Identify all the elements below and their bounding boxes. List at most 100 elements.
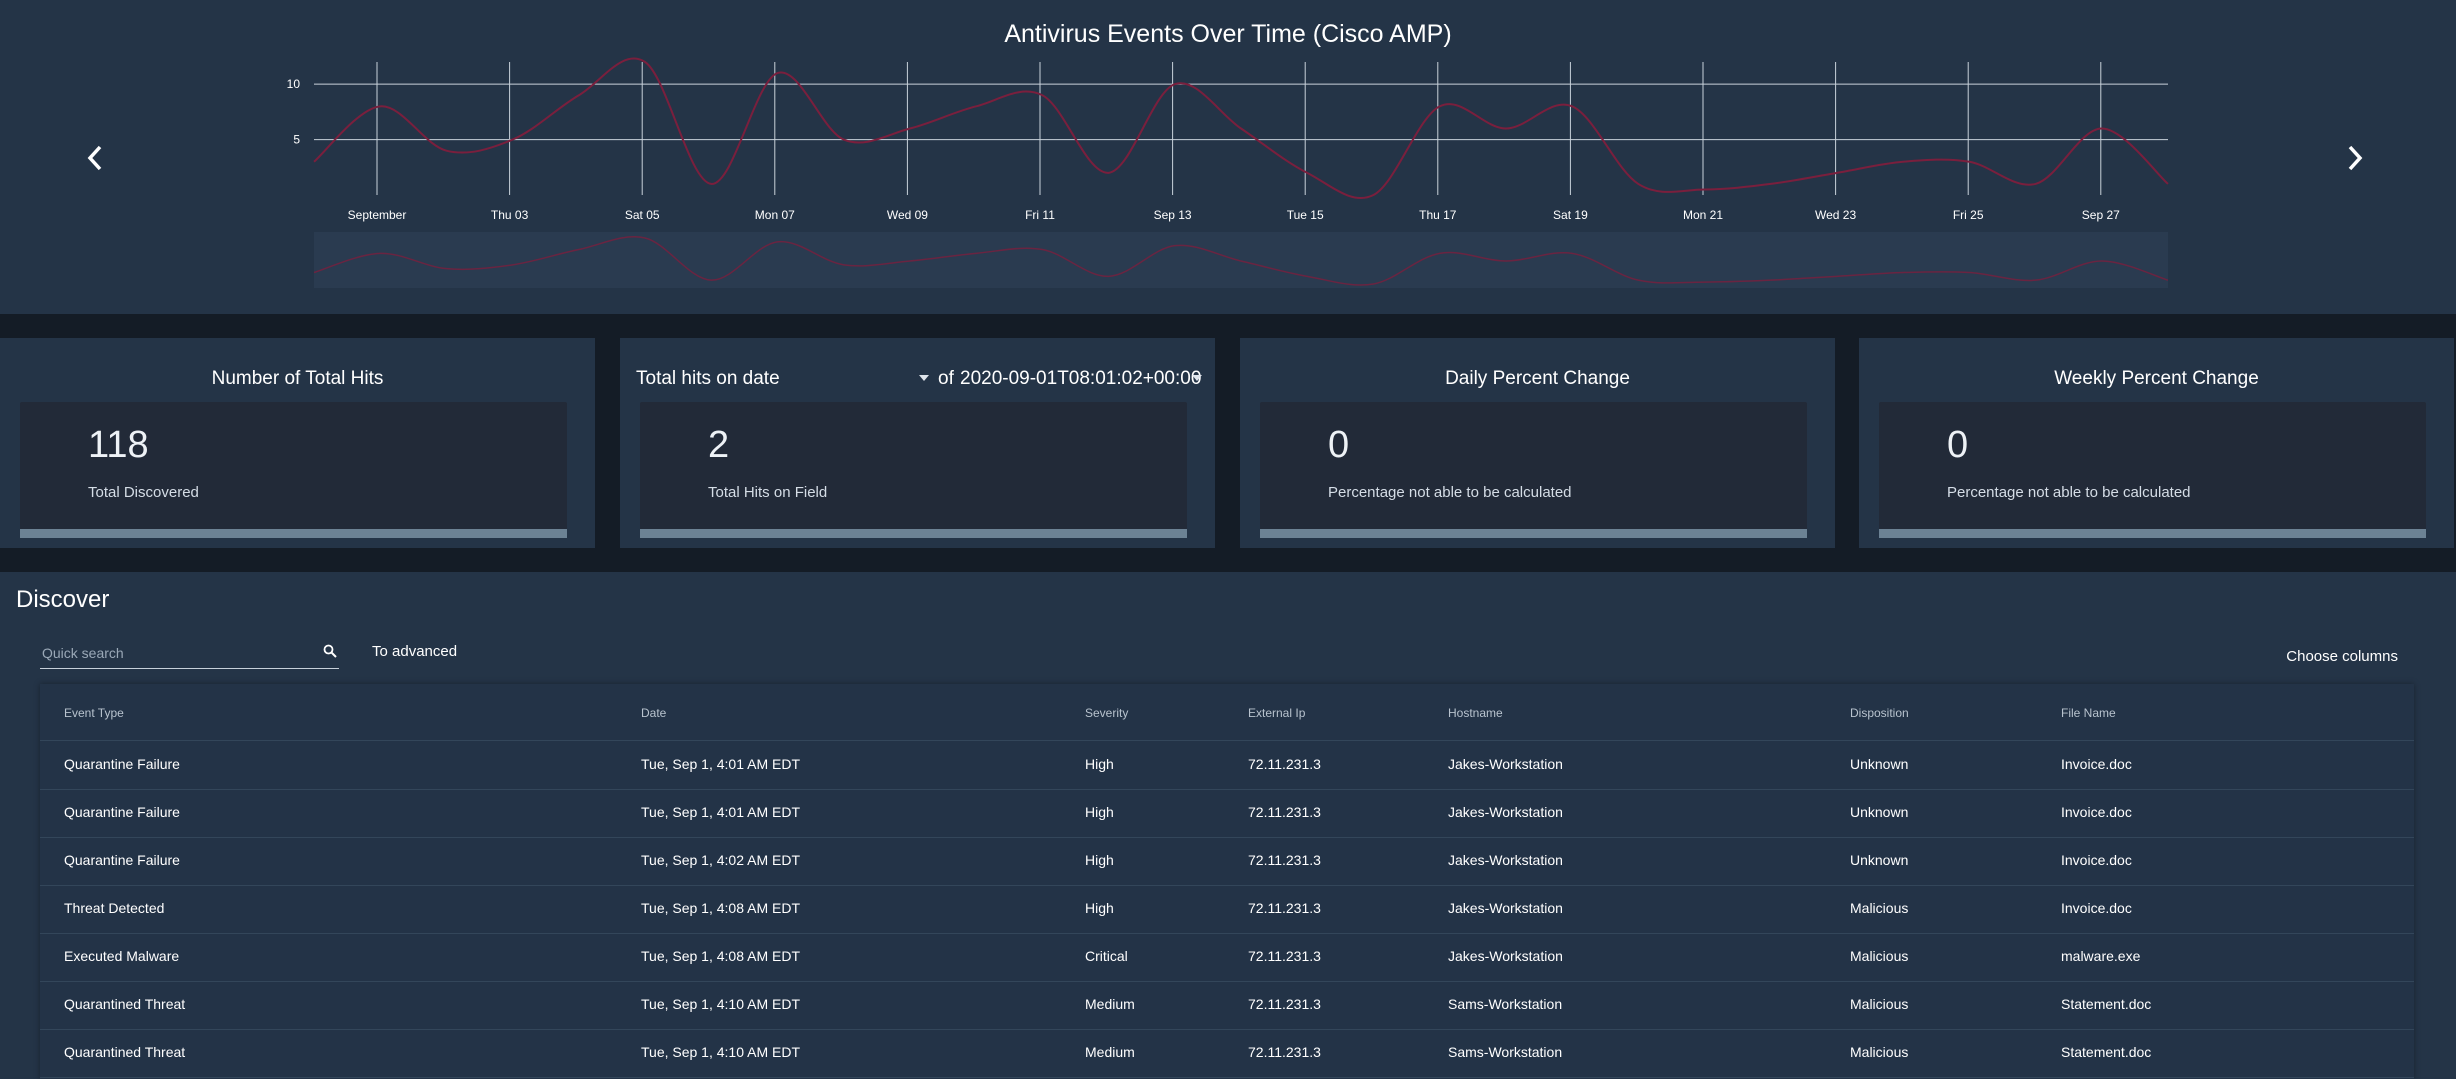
field-select[interactable]: Total hits on date bbox=[636, 368, 780, 390]
x-tick-label: Sat 19 bbox=[1553, 208, 1588, 222]
chevron-right-icon bbox=[2348, 145, 2363, 171]
table-cell: High bbox=[1085, 804, 1114, 820]
date-dropdown-icon[interactable] bbox=[1191, 374, 1203, 382]
table-cell: Malicious bbox=[1850, 948, 1909, 964]
table-row[interactable]: Quarantine Failure Tue, Sep 1, 4:02 AM ED… bbox=[40, 837, 2414, 886]
table-row[interactable]: Threat Detected Tue, Sep 1, 4:08 AM EDT Hi… bbox=[40, 885, 2414, 934]
x-tick-label: Thu 03 bbox=[491, 208, 529, 222]
table-cell: Tue, Sep 1, 4:10 AM EDT bbox=[641, 996, 801, 1012]
table-row[interactable]: Executed Malware Tue, Sep 1, 4:08 AM EDT C… bbox=[40, 933, 2414, 982]
card-value: 118 bbox=[88, 424, 149, 466]
column-header[interactable]: File Name bbox=[2061, 706, 2116, 720]
card-bar bbox=[20, 529, 567, 538]
field-dropdown-icon[interactable] bbox=[918, 374, 930, 382]
events-table: Event Type Date Severity External Ip Hos… bbox=[40, 684, 2414, 1079]
card-value: 0 bbox=[1328, 424, 1350, 466]
table-row[interactable]: Quarantine Failure Tue, Sep 1, 4:01 AM ED… bbox=[40, 741, 2414, 790]
weekly-percent-card: Weekly Percent Change 0 Percentage not a… bbox=[1859, 338, 2454, 548]
table-cell: Quarantined Threat bbox=[64, 996, 186, 1012]
card-body: 2 Total Hits on Field bbox=[640, 402, 1187, 538]
x-tick-label: Wed 09 bbox=[887, 208, 928, 222]
table-cell: Quarantined Threat bbox=[64, 1044, 186, 1060]
chart-title: Antivirus Events Over Time (Cisco AMP) bbox=[1004, 20, 1452, 48]
card-value: 2 bbox=[708, 424, 730, 466]
x-tick-label: Fri 11 bbox=[1025, 208, 1055, 222]
chevron-left-icon bbox=[87, 145, 102, 171]
quick-search bbox=[40, 638, 339, 669]
table-cell: Jakes-Workstation bbox=[1448, 804, 1563, 820]
table-cell: Tue, Sep 1, 4:01 AM EDT bbox=[641, 804, 801, 820]
column-header[interactable]: Severity bbox=[1085, 706, 1128, 720]
table-cell: 72.11.231.3 bbox=[1248, 852, 1321, 868]
card-body: 118 Total Discovered bbox=[20, 402, 567, 538]
table-cell: Unknown bbox=[1850, 852, 1909, 868]
next-chart-button[interactable] bbox=[2340, 140, 2370, 176]
table-cell: Malicious bbox=[1850, 996, 1909, 1012]
card-subtitle: Total Hits on Field bbox=[708, 484, 828, 501]
y-tick-label: 5 bbox=[293, 133, 300, 147]
choose-columns-button[interactable]: Choose columns bbox=[2286, 648, 2398, 665]
table-cell: 72.11.231.3 bbox=[1248, 804, 1321, 820]
discover-panel: Discover To advanced Choose columns Even… bbox=[0, 572, 2456, 1079]
x-tick-label: Mon 21 bbox=[1683, 208, 1723, 222]
table-cell: Quarantine Failure bbox=[64, 852, 180, 868]
x-tick-label: Wed 23 bbox=[1815, 208, 1856, 222]
table-cell: High bbox=[1085, 756, 1114, 772]
series-line bbox=[313, 57, 2169, 199]
table-row[interactable]: Quarantine Failure Tue, Sep 1, 4:01 AM ED… bbox=[40, 789, 2414, 838]
table-cell: Quarantine Failure bbox=[64, 804, 180, 820]
card-body: 0 Percentage not able to be calculated bbox=[1879, 402, 2426, 538]
x-tick-label: Fri 25 bbox=[1953, 208, 1984, 222]
column-header[interactable]: Date bbox=[641, 706, 666, 720]
column-header[interactable]: Hostname bbox=[1448, 706, 1503, 720]
table-cell: Malicious bbox=[1850, 1044, 1909, 1060]
x-tick-label: September bbox=[348, 208, 407, 222]
y-tick-label: 10 bbox=[287, 77, 301, 91]
table-cell: Tue, Sep 1, 4:02 AM EDT bbox=[641, 852, 801, 868]
column-header[interactable]: Disposition bbox=[1850, 706, 1909, 720]
chart-panel: 10 5 September Thu 03 Sat 05 Mon 07 Wed 09 Fri … bbox=[0, 0, 2456, 314]
table-cell: Medium bbox=[1085, 1044, 1135, 1060]
daily-percent-card: Daily Percent Change 0 Percentage not ab… bbox=[1240, 338, 1835, 548]
x-tick-label: Sat 05 bbox=[625, 208, 660, 222]
to-advanced-button[interactable]: To advanced bbox=[372, 643, 457, 660]
table-row[interactable]: Quarantined Threat Tue, Sep 1, 4:10 AM ED… bbox=[40, 1029, 2414, 1078]
card-bar bbox=[1879, 529, 2426, 538]
x-tick-label: Sep 27 bbox=[2082, 208, 2120, 222]
table-cell: Quarantine Failure bbox=[64, 756, 180, 772]
table-cell: 72.11.231.3 bbox=[1248, 948, 1321, 964]
table-cell: Tue, Sep 1, 4:01 AM EDT bbox=[641, 756, 801, 772]
table-cell: Statement.doc bbox=[2061, 996, 2152, 1012]
table-cell: Tue, Sep 1, 4:10 AM EDT bbox=[641, 1044, 801, 1060]
table-cell: High bbox=[1085, 852, 1114, 868]
card-title: Daily Percent Change bbox=[1445, 368, 1630, 389]
card-title: Number of Total Hits bbox=[211, 368, 384, 389]
table-cell: Invoice.doc bbox=[2061, 900, 2132, 916]
table-cell: Jakes-Workstation bbox=[1448, 852, 1563, 868]
table-cell: Tue, Sep 1, 4:08 AM EDT bbox=[641, 900, 801, 916]
search-icon[interactable] bbox=[323, 644, 337, 658]
column-header[interactable]: External Ip bbox=[1248, 706, 1305, 720]
table-cell: Threat Detected bbox=[64, 900, 165, 916]
card-subtitle: Percentage not able to be calculated bbox=[1328, 484, 1572, 501]
card-body: 0 Percentage not able to be calculated bbox=[1260, 402, 1807, 538]
card-bar bbox=[640, 529, 1187, 538]
of-label: of bbox=[938, 368, 954, 389]
x-tick-label: Tue 15 bbox=[1287, 208, 1324, 222]
table-row[interactable]: Quarantined Threat Tue, Sep 1, 4:10 AM ED… bbox=[40, 981, 2414, 1030]
card-bar bbox=[1260, 529, 1807, 538]
table-cell: Invoice.doc bbox=[2061, 804, 2132, 820]
table-cell: Unknown bbox=[1850, 756, 1909, 772]
card-value: 0 bbox=[1947, 424, 1969, 466]
column-header[interactable]: Event Type bbox=[64, 706, 124, 720]
date-select[interactable]: 2020-09-01T08:01:02+00:00 bbox=[960, 368, 1201, 390]
table-cell: 72.11.231.3 bbox=[1248, 996, 1321, 1012]
table-header: Event Type Date Severity External Ip Hos… bbox=[40, 684, 2414, 741]
table-cell: Executed Malware bbox=[64, 948, 180, 964]
prev-chart-button[interactable] bbox=[80, 140, 110, 176]
hits-on-date-card: Total hits on date of 2020-09-01T08:01:0… bbox=[620, 338, 1215, 548]
card-subtitle: Percentage not able to be calculated bbox=[1947, 484, 2191, 501]
table-cell: 72.11.231.3 bbox=[1248, 1044, 1321, 1060]
table-cell: Jakes-Workstation bbox=[1448, 948, 1563, 964]
search-input[interactable] bbox=[40, 640, 304, 666]
